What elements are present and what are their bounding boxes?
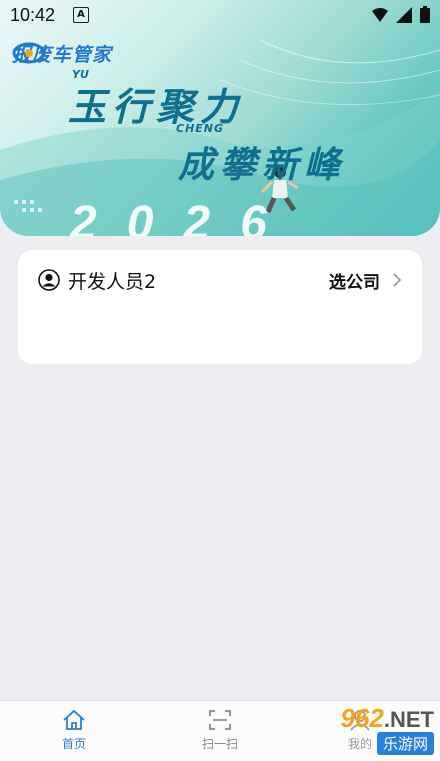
tab-scan[interactable]: 扫一扫 bbox=[180, 709, 260, 752]
brand-logo: 报废车管家 bbox=[12, 40, 112, 67]
promo-banner: 报废车管家 YU 玉行聚力 CHENG 成攀新峰 2026 bbox=[0, 0, 440, 236]
battery-icon bbox=[420, 6, 430, 23]
home-icon bbox=[63, 709, 85, 730]
headline-line2: 成攀新峰 bbox=[178, 144, 347, 186]
status-time: 10:42 bbox=[10, 4, 56, 25]
watermark-net: .NET bbox=[383, 707, 434, 732]
watermark-number: 962 bbox=[340, 703, 384, 733]
select-company-row[interactable]: 开发人员2 选公司 bbox=[38, 267, 402, 293]
scan-icon bbox=[209, 710, 231, 730]
watermark-cn: 乐游网 bbox=[376, 732, 434, 755]
brand-icon bbox=[12, 42, 46, 64]
select-company-label[interactable]: 选公司 bbox=[329, 268, 380, 293]
user-icon bbox=[38, 269, 60, 291]
bottom-tab-bar: 首页 扫一扫 我的 962.NET 乐游网 bbox=[0, 700, 440, 761]
tab-scan-label: 扫一扫 bbox=[201, 737, 238, 751]
tab-home[interactable]: 首页 bbox=[34, 709, 114, 752]
status-icons bbox=[372, 6, 430, 23]
user-card: 开发人员2 选公司 bbox=[18, 250, 422, 364]
banner-year: 2026 bbox=[70, 197, 297, 236]
tab-home-label: 首页 bbox=[61, 737, 86, 751]
notification-icon: A bbox=[73, 7, 90, 23]
status-bar: 10:42 A bbox=[0, 0, 440, 30]
site-watermark: 962.NET 乐游网 bbox=[340, 703, 434, 755]
user-name: 开发人员2 bbox=[68, 270, 157, 293]
headline2-sub: CHENG bbox=[176, 122, 225, 135]
signal-icon bbox=[396, 6, 412, 23]
wifi-icon bbox=[372, 7, 388, 22]
chevron-right-icon[interactable] bbox=[392, 272, 402, 288]
